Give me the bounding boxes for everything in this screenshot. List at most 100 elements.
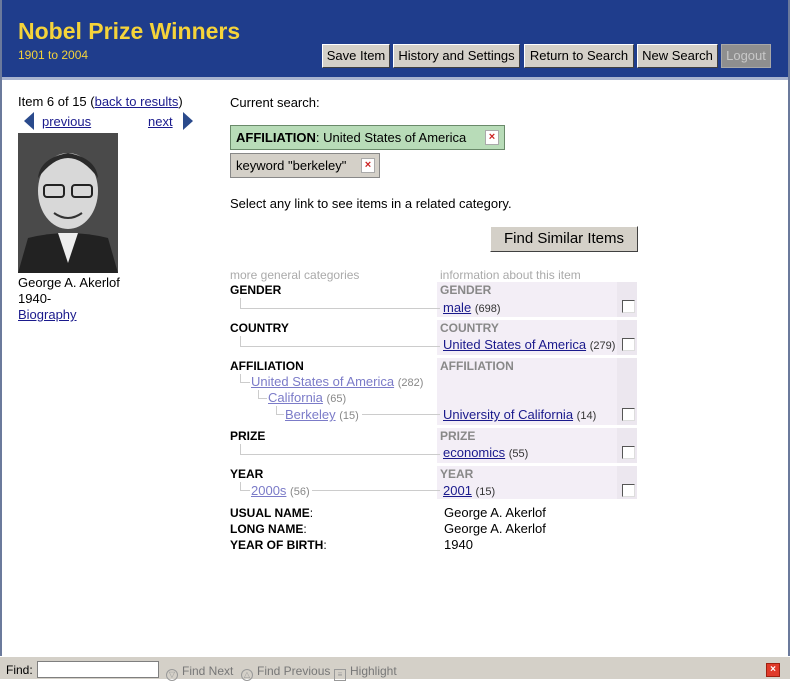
new-search-button[interactable]: New Search [637, 44, 718, 68]
close-find-bar-icon[interactable]: × [766, 663, 780, 677]
affiliation-chip-field: AFFILIATION [236, 130, 316, 145]
app-subtitle: 1901 to 2004 [18, 48, 89, 62]
year-info-label: YEAR [440, 467, 474, 481]
usual-name-label-text: USUAL NAME [230, 506, 310, 520]
affiliation-connector-v1 [240, 374, 241, 382]
year-of-birth-value: 1940 [444, 537, 473, 552]
affiliation-uc-count: (14) [576, 410, 597, 422]
find-previous-button[interactable]: △ Find Previous [241, 664, 330, 681]
find-input[interactable] [37, 661, 159, 678]
year-connector-h2 [312, 490, 440, 491]
long-name-label-text: LONG NAME [230, 522, 304, 536]
year-connector-h1 [240, 490, 250, 491]
affiliation-checkbox[interactable] [622, 408, 635, 421]
app-header: Nobel Prize Winners 1901 to 2004 Save It… [2, 0, 788, 80]
year-2001-link[interactable]: 2001 [443, 483, 472, 498]
affiliation-connector-h3 [276, 414, 284, 415]
find-label: Find: [6, 663, 33, 677]
long-name-value: George A. Akerlof [444, 521, 546, 536]
affiliation-california-count: (65) [326, 393, 347, 405]
save-item-button[interactable]: Save Item [322, 44, 390, 68]
affiliation-us-link[interactable]: United States of America [251, 374, 394, 389]
item-position-suffix: ) [178, 94, 183, 109]
year-connector-v [240, 482, 241, 490]
affiliation-label: AFFILIATION [230, 359, 304, 373]
affiliation-connector-h4 [362, 414, 440, 415]
gender-value: male (698) [443, 300, 501, 315]
previous-arrow-icon[interactable] [24, 112, 34, 130]
gender-connector-v [240, 298, 241, 308]
affiliation-level2: California (65) [268, 390, 346, 405]
item-position-prefix: Item 6 of 15 ( [18, 94, 95, 109]
prize-connector-h [240, 454, 440, 455]
laureate-photo [18, 133, 118, 273]
year-label: YEAR [230, 467, 264, 481]
prize-checkbox[interactable] [622, 446, 635, 459]
current-search-label: Current search: [230, 95, 320, 110]
gender-link[interactable]: male [443, 300, 471, 315]
country-value: United States of America (279) [443, 337, 615, 352]
instruction-text: Select any link to see items in a relate… [230, 196, 512, 211]
affiliation-uc-link[interactable]: University of California [443, 407, 573, 422]
prize-count: (55) [508, 448, 529, 460]
country-checkbox[interactable] [622, 338, 635, 351]
history-settings-button[interactable]: History and Settings [393, 44, 520, 68]
country-connector-v [240, 336, 241, 346]
app-title: Nobel Prize Winners [18, 18, 241, 44]
find-bar: Find: ▽ Find Next △ Find Previous ≡ Highlig… [0, 656, 790, 681]
affiliation-chip-value: : United States of America [315, 130, 467, 145]
gender-label: GENDER [230, 283, 282, 297]
laureate-years: 1940- [18, 291, 52, 306]
usual-name-value: George A. Akerlof [444, 505, 546, 520]
keyword-chip: keyword "berkeley" × [230, 153, 380, 178]
prize-connector-v [240, 444, 241, 454]
long-name-colon: : [303, 522, 307, 536]
year-2001-count: (15) [475, 486, 496, 498]
year-of-birth-label-text: YEAR OF BIRTH [230, 538, 324, 552]
previous-link[interactable]: previous [42, 114, 91, 129]
prize-value: economics (55) [443, 445, 528, 460]
back-to-results-link[interactable]: back to results [95, 94, 179, 109]
find-previous-icon: △ [241, 669, 253, 681]
highlight-label: Highlight [350, 664, 397, 678]
prize-link[interactable]: economics [443, 445, 505, 460]
country-label: COUNTRY [230, 321, 289, 335]
year-checkbox[interactable] [622, 484, 635, 497]
year-of-birth-label: YEAR OF BIRTH: [230, 538, 327, 552]
portrait-image [18, 133, 118, 273]
country-connector-h [240, 346, 440, 347]
find-next-label: Find Next [182, 664, 234, 678]
affiliation-connector-h2 [258, 398, 267, 399]
return-to-search-button[interactable]: Return to Search [524, 44, 634, 68]
year-2000s-link[interactable]: 2000s [251, 483, 286, 498]
affiliation-california-link[interactable]: California [268, 390, 323, 405]
affiliation-info-label: AFFILIATION [440, 359, 514, 373]
remove-keyword-icon[interactable]: × [361, 158, 375, 173]
gender-info-label: GENDER [440, 283, 492, 297]
affiliation-us-count: (282) [397, 377, 424, 389]
affiliation-connector-v2 [258, 390, 259, 398]
keyword-chip-value: keyword "berkeley" [236, 158, 347, 173]
next-arrow-icon[interactable] [183, 112, 193, 130]
country-link[interactable]: United States of America [443, 337, 586, 352]
year-level1: 2000s (56) [251, 483, 310, 498]
next-link[interactable]: next [148, 114, 173, 129]
affiliation-chip: AFFILIATION: United States of America × [230, 125, 505, 150]
col-general-label: more general categories [230, 268, 360, 282]
gender-checkbox[interactable] [622, 300, 635, 313]
find-next-button[interactable]: ▽ Find Next [166, 664, 233, 681]
affiliation-value: University of California (14) [443, 407, 596, 422]
find-similar-button[interactable]: Find Similar Items [490, 226, 638, 252]
highlight-button[interactable]: ≡ Highlight [334, 664, 397, 681]
item-position: Item 6 of 15 (back to results) [18, 94, 183, 109]
remove-affiliation-icon[interactable]: × [485, 130, 499, 145]
affiliation-berkeley-link[interactable]: Berkeley [285, 407, 336, 422]
find-next-icon: ▽ [166, 669, 178, 681]
prize-info-label: PRIZE [440, 429, 476, 443]
col-info-label: information about this item [440, 268, 581, 282]
gender-connector-h [240, 308, 440, 309]
prize-label: PRIZE [230, 429, 266, 443]
usual-name-colon: : [309, 506, 314, 520]
biography-link[interactable]: Biography [18, 307, 77, 322]
year-2000s-count: (56) [290, 486, 310, 498]
